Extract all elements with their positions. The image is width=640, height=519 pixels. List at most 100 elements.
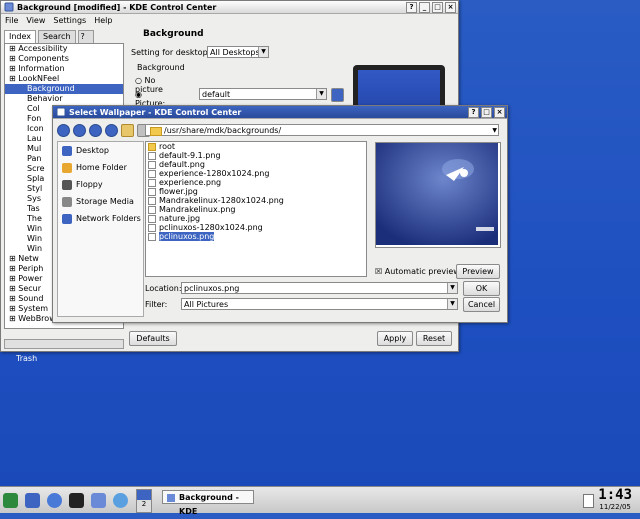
clock-date: 11/22/05 <box>599 503 631 511</box>
folder-icon <box>150 127 162 136</box>
close-icon[interactable]: × <box>445 1 456 13</box>
place-item[interactable]: Floppy <box>58 176 143 193</box>
menu-help[interactable]: Help <box>94 16 112 25</box>
tree-item-label: Win <box>27 224 43 233</box>
path-combo[interactable]: /usr/share/mdk/backgrounds/ ▼ <box>145 124 499 136</box>
file-row[interactable]: default-9.1.png <box>146 151 366 160</box>
tree-item[interactable]: Background <box>5 84 123 94</box>
expand-icon[interactable]: ⊞ <box>9 274 18 283</box>
filter-select[interactable]: All Pictures ▼ <box>181 298 458 310</box>
file-row[interactable]: experience-1280x1024.png <box>146 169 366 178</box>
expand-icon[interactable]: ⊞ <box>9 254 18 263</box>
forward-icon[interactable] <box>89 124 102 137</box>
automatic-preview-checkbox[interactable]: ☒ Automatic preview <box>375 267 460 276</box>
maximize-icon[interactable]: □ <box>432 1 443 13</box>
file-row[interactable]: experience.png <box>146 178 366 187</box>
browse-folder-button[interactable] <box>331 88 344 102</box>
tree-item-label: Win <box>27 244 43 253</box>
tree-item[interactable]: ⊞ LookNFeel <box>5 74 123 84</box>
back-icon[interactable] <box>73 124 86 137</box>
image-file-icon <box>148 178 156 187</box>
dialog-titlebar[interactable]: Select Wallpaper - KDE Control Center ? … <box>53 106 507 119</box>
reload-icon[interactable] <box>105 124 118 137</box>
show-desktop-icon[interactable] <box>25 493 40 508</box>
tree-item[interactable]: ⊞ Accessibility <box>5 44 123 54</box>
tree-horizontal-scrollbar[interactable] <box>4 339 124 349</box>
help-icon[interactable]: ? <box>468 106 479 118</box>
tree-item-label: Components <box>18 54 69 63</box>
expand-icon[interactable]: ⊞ <box>9 264 18 273</box>
tab-index[interactable]: Index <box>4 30 37 43</box>
menubar: File View Settings Help <box>1 14 458 26</box>
chevron-down-icon: ▼ <box>492 127 497 134</box>
tree-item-label: Periph <box>18 264 44 273</box>
folder-icon <box>148 142 156 151</box>
place-item[interactable]: Network Folders <box>58 210 143 227</box>
menu-view[interactable]: View <box>26 16 45 25</box>
file-name: pclinuxos.png <box>159 232 215 241</box>
chevron-down-icon: ▼ <box>447 283 457 293</box>
reset-button[interactable]: Reset <box>416 331 452 346</box>
new-folder-icon[interactable] <box>121 124 134 137</box>
expand-icon[interactable]: ⊞ <box>9 294 18 303</box>
file-row[interactable]: nature.jpg <box>146 214 366 223</box>
file-name: nature.jpg <box>159 214 201 223</box>
file-row[interactable]: flower.jpg <box>146 187 366 196</box>
home-icon[interactable] <box>47 493 62 508</box>
expand-icon[interactable]: ⊞ <box>9 284 18 293</box>
pager[interactable]: 2 <box>136 489 152 513</box>
tree-item-label: Spla <box>27 174 45 183</box>
tree-item[interactable]: ⊞ Components <box>5 54 123 64</box>
terminal-icon[interactable] <box>69 493 84 508</box>
maximize-icon[interactable]: □ <box>481 106 492 118</box>
preview-button[interactable]: Preview <box>456 264 500 279</box>
file-row[interactable]: default.png <box>146 160 366 169</box>
tree-item-label: System <box>18 304 49 313</box>
kde-control-center-icon <box>56 107 66 117</box>
tree-item-label: Fon <box>27 114 42 123</box>
chevron-down-icon: ▼ <box>316 89 326 99</box>
file-row[interactable]: pclinuxos.png <box>146 232 366 241</box>
ok-button[interactable]: OK <box>463 281 500 296</box>
place-item[interactable]: Desktop <box>58 142 143 159</box>
expand-icon[interactable]: ⊞ <box>9 304 18 313</box>
place-item[interactable]: Storage Media <box>58 193 143 210</box>
close-icon[interactable]: × <box>494 106 505 118</box>
menu-settings[interactable]: Settings <box>53 16 86 25</box>
control-center-icon[interactable] <box>91 493 106 508</box>
file-row[interactable]: Mandrakelinux.png <box>146 205 366 214</box>
tree-item[interactable]: Behavior <box>5 94 123 104</box>
tree-item[interactable]: ⊞ Information <box>5 64 123 74</box>
help-tab-icon[interactable]: ? <box>77 30 94 43</box>
file-row[interactable]: Mandrakelinux-1280x1024.png <box>146 196 366 205</box>
kmenu-icon[interactable] <box>3 493 18 508</box>
clock[interactable]: 1:43 11/22/05 <box>598 488 632 512</box>
apply-button[interactable]: Apply <box>377 331 413 346</box>
expand-icon[interactable]: ⊞ <box>9 44 18 53</box>
picture-select[interactable]: default ▼ <box>199 88 327 100</box>
location-field[interactable]: pclinuxos.png ▼ <box>181 282 458 294</box>
file-row[interactable]: root <box>146 142 366 151</box>
main-titlebar[interactable]: Background [modified] - KDE Control Cent… <box>1 1 458 14</box>
main-window-title: Background [modified] - KDE Control Cent… <box>17 2 217 12</box>
clipboard-icon[interactable] <box>583 494 594 508</box>
help-icon[interactable]: ? <box>406 1 417 13</box>
defaults-button[interactable]: Defaults <box>129 331 177 346</box>
cancel-button[interactable]: Cancel <box>463 297 500 312</box>
menu-file[interactable]: File <box>5 16 18 25</box>
tree-item-label: Sys <box>27 194 41 203</box>
browser-icon[interactable] <box>113 493 128 508</box>
expand-icon[interactable]: ⊞ <box>9 54 18 63</box>
tab-search[interactable]: Search <box>38 30 76 43</box>
place-item[interactable]: Home Folder <box>58 159 143 176</box>
file-row[interactable]: pclinuxos-1280x1024.png <box>146 223 366 232</box>
trash-label[interactable]: Trash <box>16 354 37 363</box>
taskbar-task-background[interactable]: Background - KDE <box>162 490 254 516</box>
minimize-icon[interactable]: _ <box>419 1 430 13</box>
up-icon[interactable] <box>57 124 70 137</box>
expand-icon[interactable]: ⊞ <box>9 64 18 73</box>
desktop-select[interactable]: All Desktops ▼ <box>207 46 269 58</box>
expand-icon[interactable]: ⊞ <box>9 74 18 83</box>
expand-icon[interactable]: ⊞ <box>9 314 18 323</box>
automatic-preview-label: Automatic preview <box>384 267 460 276</box>
